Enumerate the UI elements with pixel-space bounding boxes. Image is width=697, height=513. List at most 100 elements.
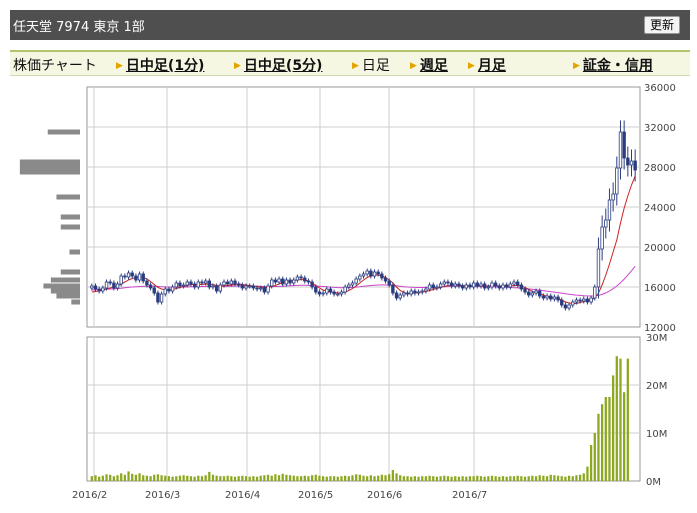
price-tick-label: 20000 bbox=[644, 243, 676, 254]
candle-body bbox=[508, 283, 513, 288]
candle-body bbox=[156, 292, 160, 303]
volume-bar bbox=[171, 476, 174, 481]
volume-bar bbox=[252, 476, 255, 481]
candle-body bbox=[332, 291, 336, 295]
candle-body bbox=[163, 288, 167, 295]
candle-body bbox=[218, 284, 223, 292]
volume-bar bbox=[465, 476, 468, 481]
volume-bar bbox=[538, 475, 541, 481]
volume-bar bbox=[160, 475, 163, 481]
volume-bar bbox=[175, 476, 178, 481]
volume-bar bbox=[534, 476, 538, 481]
volume-bar bbox=[542, 475, 545, 481]
volume-bar bbox=[509, 476, 512, 481]
volume-bar bbox=[402, 476, 406, 481]
candle-body bbox=[236, 283, 241, 286]
volume-bar bbox=[391, 469, 395, 481]
candle-body bbox=[486, 286, 491, 289]
volume-bar bbox=[307, 476, 310, 481]
candle-body bbox=[119, 275, 123, 285]
volume-bar bbox=[406, 476, 409, 481]
volume-bar bbox=[145, 475, 149, 481]
volume-profile-bar bbox=[50, 277, 80, 283]
volume-bar bbox=[615, 356, 618, 481]
candle-body bbox=[534, 290, 538, 294]
candle-body bbox=[582, 298, 586, 302]
candle-body bbox=[134, 275, 138, 281]
volume-bar bbox=[373, 476, 376, 481]
candle-body bbox=[446, 281, 450, 284]
candle-body bbox=[112, 282, 116, 289]
volume-bar bbox=[531, 475, 534, 481]
price-tick-label: 16000 bbox=[644, 283, 676, 294]
volume-bar bbox=[395, 473, 398, 481]
volume-bar bbox=[94, 475, 97, 481]
volume-profile-bar bbox=[69, 249, 80, 255]
candle-body bbox=[284, 279, 289, 285]
volume-bar bbox=[127, 471, 130, 481]
volume-bar bbox=[479, 476, 483, 481]
candle-body bbox=[295, 276, 300, 281]
volume-bar bbox=[277, 475, 281, 481]
candle-body bbox=[391, 284, 395, 294]
volume-bar bbox=[142, 475, 145, 481]
volume-bar bbox=[109, 474, 112, 481]
volume-bar bbox=[483, 476, 486, 481]
price-tick-label: 28000 bbox=[644, 163, 676, 174]
volume-bar bbox=[498, 476, 501, 481]
volume-bar bbox=[266, 474, 270, 481]
candle-body bbox=[123, 275, 127, 278]
volume-bar bbox=[560, 476, 563, 481]
candle-body bbox=[240, 284, 245, 289]
candle-body bbox=[361, 273, 366, 277]
candle-body bbox=[270, 279, 274, 287]
candle-body bbox=[549, 295, 553, 300]
candle-body bbox=[438, 283, 443, 288]
volume-bar bbox=[270, 475, 273, 481]
candle-body bbox=[288, 279, 292, 284]
volume-bar bbox=[134, 474, 138, 481]
price-tick-label: 36000 bbox=[644, 83, 676, 94]
volume-bar bbox=[105, 474, 108, 481]
volume-bar bbox=[505, 476, 508, 481]
candle-body bbox=[203, 280, 208, 284]
candle-body bbox=[328, 288, 333, 293]
candle-body bbox=[611, 193, 615, 201]
candle-body bbox=[538, 290, 542, 297]
volume-profile-bar bbox=[19, 159, 80, 165]
volume-bar bbox=[200, 476, 204, 481]
volume-bar bbox=[369, 475, 372, 481]
volume-tick-label: 30M bbox=[646, 333, 667, 344]
candle-body bbox=[387, 280, 391, 286]
volume-bar bbox=[410, 476, 413, 481]
candle-body bbox=[97, 288, 101, 292]
candle-body bbox=[383, 277, 388, 282]
volume-bar bbox=[211, 474, 215, 481]
candle-body bbox=[626, 157, 630, 166]
volume-bar bbox=[428, 475, 431, 481]
volume-bar bbox=[520, 476, 523, 481]
candle-body bbox=[527, 291, 531, 296]
volume-bar bbox=[274, 474, 277, 481]
volume-bar bbox=[329, 476, 332, 481]
candle-body bbox=[427, 284, 432, 290]
volume-bar bbox=[98, 476, 101, 481]
candle-body bbox=[394, 292, 399, 299]
candle-body bbox=[468, 284, 472, 288]
price-tick-label: 24000 bbox=[644, 203, 676, 214]
volume-bar bbox=[222, 476, 226, 481]
volume-profile-bar bbox=[50, 288, 80, 294]
volume-bar bbox=[545, 476, 549, 481]
volume-bar bbox=[619, 358, 622, 481]
volume-bar bbox=[156, 474, 160, 481]
candle-body bbox=[574, 299, 579, 303]
volume-bar bbox=[461, 476, 464, 481]
volume-bar bbox=[553, 475, 556, 481]
volume-bar bbox=[446, 476, 450, 481]
candle-body bbox=[482, 283, 487, 289]
candle-body bbox=[90, 285, 94, 289]
volume-bar bbox=[362, 475, 365, 481]
candle-body bbox=[233, 280, 237, 285]
volume-bar bbox=[457, 476, 461, 481]
candle-body bbox=[618, 131, 623, 169]
